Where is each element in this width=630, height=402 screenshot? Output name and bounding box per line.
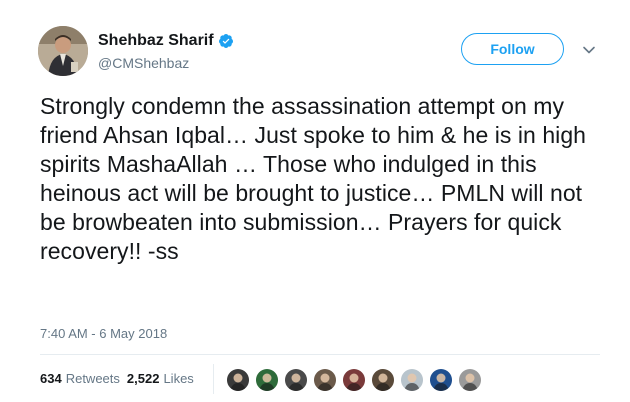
tweet-text: Strongly condemn the assassination attem… — [40, 93, 587, 264]
avatar[interactable] — [38, 26, 88, 76]
liker-avatar-6[interactable] — [371, 368, 395, 392]
retweets-stat[interactable]: 634 Retweets — [40, 371, 120, 387]
follow-button[interactable]: Follow — [461, 33, 564, 65]
author-handle[interactable]: @CMShehbaz — [98, 54, 189, 72]
chevron-down-icon[interactable] — [582, 43, 596, 55]
liker-avatar-5[interactable] — [342, 368, 366, 392]
liker-avatar-8[interactable] — [429, 368, 453, 392]
liker-avatar-3[interactable] — [284, 368, 308, 392]
liker-avatar-7[interactable] — [400, 368, 424, 392]
likes-count: 2,522 — [126, 371, 160, 386]
liker-avatar-1[interactable] — [226, 368, 250, 392]
likes-stat[interactable]: 2,522 Likes — [127, 371, 194, 387]
retweets-label: Retweets — [65, 371, 120, 386]
liker-avatar-9[interactable] — [458, 368, 482, 392]
stats-separator — [213, 364, 214, 394]
author-name[interactable]: Shehbaz Sharif — [98, 31, 214, 51]
tweet-card: Shehbaz Sharif @CMShehbaz Follow Strongl… — [0, 0, 630, 402]
divider — [40, 354, 600, 355]
author-name-row: Shehbaz Sharif — [98, 31, 234, 51]
liker-avatar-4[interactable] — [313, 368, 337, 392]
verified-badge-icon — [218, 33, 234, 49]
liker-avatar-2[interactable] — [255, 368, 279, 392]
retweets-count: 634 — [40, 371, 62, 386]
tweet-stats: 634 Retweets 2,522 Likes — [40, 371, 194, 387]
liker-avatars — [226, 368, 487, 392]
likes-label: Likes — [163, 371, 194, 386]
tweet-timestamp[interactable]: 7:40 AM - 6 May 2018 — [40, 326, 167, 342]
